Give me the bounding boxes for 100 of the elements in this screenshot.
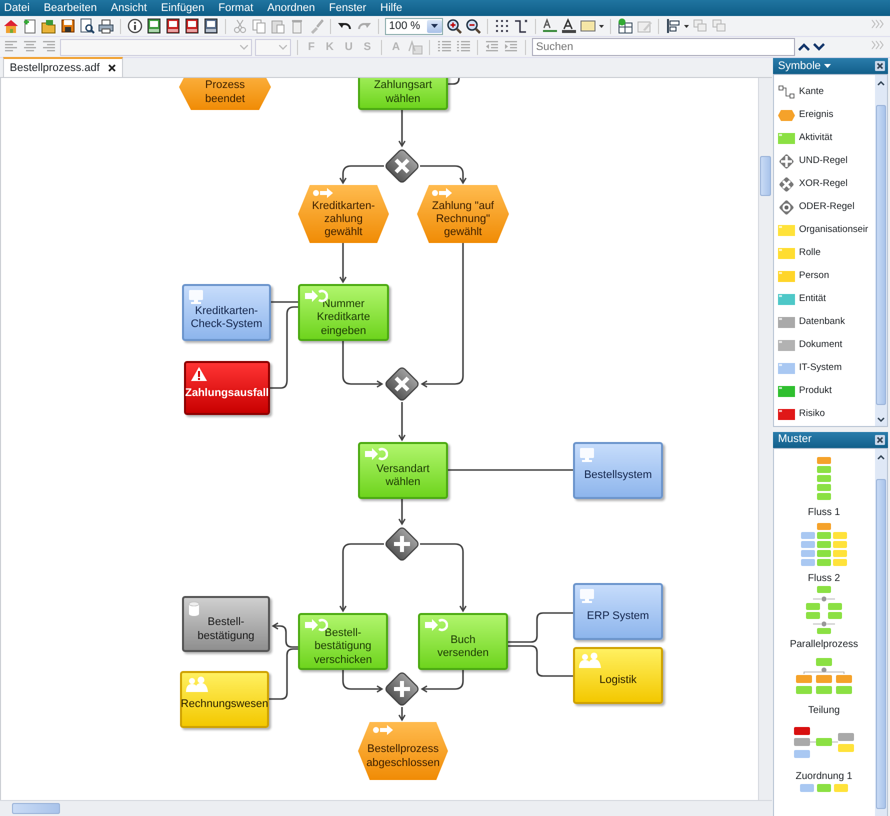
fill-color-icon[interactable] <box>580 18 596 34</box>
save-icon[interactable] <box>60 18 76 34</box>
text-color-icon[interactable] <box>561 18 577 34</box>
symbol-item[interactable]: Ereignis <box>774 104 875 126</box>
text-style-icon[interactable] <box>542 18 558 34</box>
element-symbol-icon <box>778 224 795 236</box>
add-table-icon[interactable] <box>617 18 633 34</box>
scrollbar-thumb[interactable] <box>12 803 60 814</box>
chevron-up-icon[interactable] <box>798 43 810 51</box>
vertical-scrollbar[interactable] <box>758 78 772 800</box>
pattern-thumbnail-drawing <box>794 726 854 758</box>
zoom-in-icon[interactable] <box>446 18 462 34</box>
close-icon[interactable] <box>108 64 116 72</box>
vertical-scrollbar[interactable] <box>875 75 887 426</box>
symbol-item[interactable]: Rolle <box>774 242 875 264</box>
print-icon[interactable] <box>98 18 114 34</box>
zoom-select[interactable]: 100 % <box>385 18 443 34</box>
function-icon <box>424 618 448 632</box>
people-icon <box>579 652 601 668</box>
zoom-out-icon[interactable] <box>465 18 481 34</box>
symbol-label: Rolle <box>799 246 821 260</box>
node-label: Zahlungsart wählen <box>372 79 434 106</box>
menu-item[interactable]: Format <box>218 0 254 16</box>
symbol-item[interactable]: Organisationseir <box>774 218 875 242</box>
pattern-item[interactable]: Fluss 2 <box>774 520 874 586</box>
monitor-icon <box>579 588 595 603</box>
horizontal-scrollbar[interactable] <box>0 800 772 816</box>
symbol-label: Person <box>799 268 830 283</box>
close-icon[interactable] <box>875 434 885 444</box>
symbol-item[interactable]: Entität <box>774 288 875 310</box>
menu-item[interactable]: Anordnen <box>267 0 315 16</box>
search-field[interactable]: Suchen <box>532 38 795 56</box>
dropdown-button[interactable] <box>427 20 442 32</box>
menu-item[interactable]: Fenster <box>328 0 366 16</box>
symbol-item[interactable]: Kante <box>774 80 875 104</box>
pattern-item[interactable]: Zuordnung 1 <box>774 718 874 784</box>
connector-line <box>508 612 573 643</box>
symbol-item[interactable]: Datenbank <box>774 310 875 334</box>
symbol-item[interactable]: Produkt <box>774 380 875 402</box>
edge-icon <box>778 85 795 99</box>
chevron-down-icon[interactable] <box>812 43 825 51</box>
scrollbar-thumb[interactable] <box>876 478 886 808</box>
menu-item[interactable]: Ansicht <box>110 0 147 16</box>
event-icon <box>372 725 394 735</box>
event-symbol-icon <box>778 110 795 120</box>
caret-icon <box>431 24 438 28</box>
open-folder-icon[interactable] <box>41 18 57 34</box>
menu-item[interactable]: Datei <box>4 0 30 16</box>
chevron-down-icon[interactable] <box>875 414 887 424</box>
menu-item[interactable]: Bearbeiten <box>44 0 97 16</box>
pattern-label: Fluss 2 <box>808 572 840 586</box>
caret-icon[interactable] <box>599 24 604 28</box>
chevron-up-icon[interactable] <box>875 78 887 88</box>
info-icon[interactable] <box>127 18 143 34</box>
node-label: Bestell-bestätigung <box>196 616 256 643</box>
caret-icon[interactable] <box>684 24 689 28</box>
export-document-icon[interactable] <box>146 18 162 34</box>
copy-icon[interactable] <box>251 18 267 34</box>
caret-icon[interactable] <box>824 64 831 68</box>
symbol-label: Ereignis <box>799 108 834 122</box>
print-preview-icon[interactable] <box>79 18 95 34</box>
symbol-item[interactable]: IT-System <box>774 356 875 380</box>
symbol-item[interactable]: XOR-Regel <box>774 172 875 196</box>
paste-icon[interactable] <box>270 18 286 34</box>
align-icon[interactable] <box>665 18 681 34</box>
export-document-icon[interactable] <box>203 18 219 34</box>
connector-arrow <box>398 499 406 525</box>
node-label: Buch versenden <box>436 634 490 660</box>
pattern-item[interactable]: Parallelprozess <box>774 586 874 652</box>
home-icon[interactable] <box>3 18 19 34</box>
element-symbol-icon <box>778 316 795 328</box>
pattern-label: Parallelprozess <box>790 638 858 652</box>
export-document-icon[interactable] <box>184 18 200 34</box>
pattern-thumbnail-drawing <box>796 658 852 694</box>
pattern-item[interactable]: Fluss 1 <box>774 454 874 520</box>
symbol-item[interactable]: Aktivität <box>774 126 875 150</box>
export-document-icon[interactable] <box>165 18 181 34</box>
close-icon[interactable] <box>875 61 885 71</box>
grid-icon[interactable] <box>494 18 510 34</box>
menu-item[interactable]: Hilfe <box>380 0 402 16</box>
event-icon <box>431 188 453 198</box>
scrollbar-thumb[interactable] <box>760 156 771 196</box>
menu-item[interactable]: Einfügen <box>160 0 204 16</box>
symbol-item[interactable]: Person <box>774 264 875 288</box>
pattern-item[interactable]: Teilung <box>774 652 874 718</box>
symbol-item[interactable]: ODER-Regel <box>774 196 875 218</box>
connector-arrow <box>420 543 467 612</box>
new-file-icon[interactable] <box>22 18 38 34</box>
node-label: Bestell-bestätigung verschicken <box>312 627 374 667</box>
symbol-item[interactable]: UND-Regel <box>774 150 875 172</box>
symbol-item[interactable]: Risiko <box>774 402 875 426</box>
monitor-icon <box>579 447 595 462</box>
scrollbar-thumb[interactable] <box>876 105 886 405</box>
vertical-scrollbar[interactable] <box>875 448 887 816</box>
symbol-item[interactable]: Dokument <box>774 334 875 356</box>
document-tab[interactable]: Bestellprozess.adf <box>2 57 123 77</box>
node-label: Prozess beendet <box>204 79 246 106</box>
element-symbol-icon <box>778 408 795 420</box>
pattern-thumbnail-drawing <box>801 522 847 566</box>
connector-icon[interactable] <box>513 18 529 34</box>
